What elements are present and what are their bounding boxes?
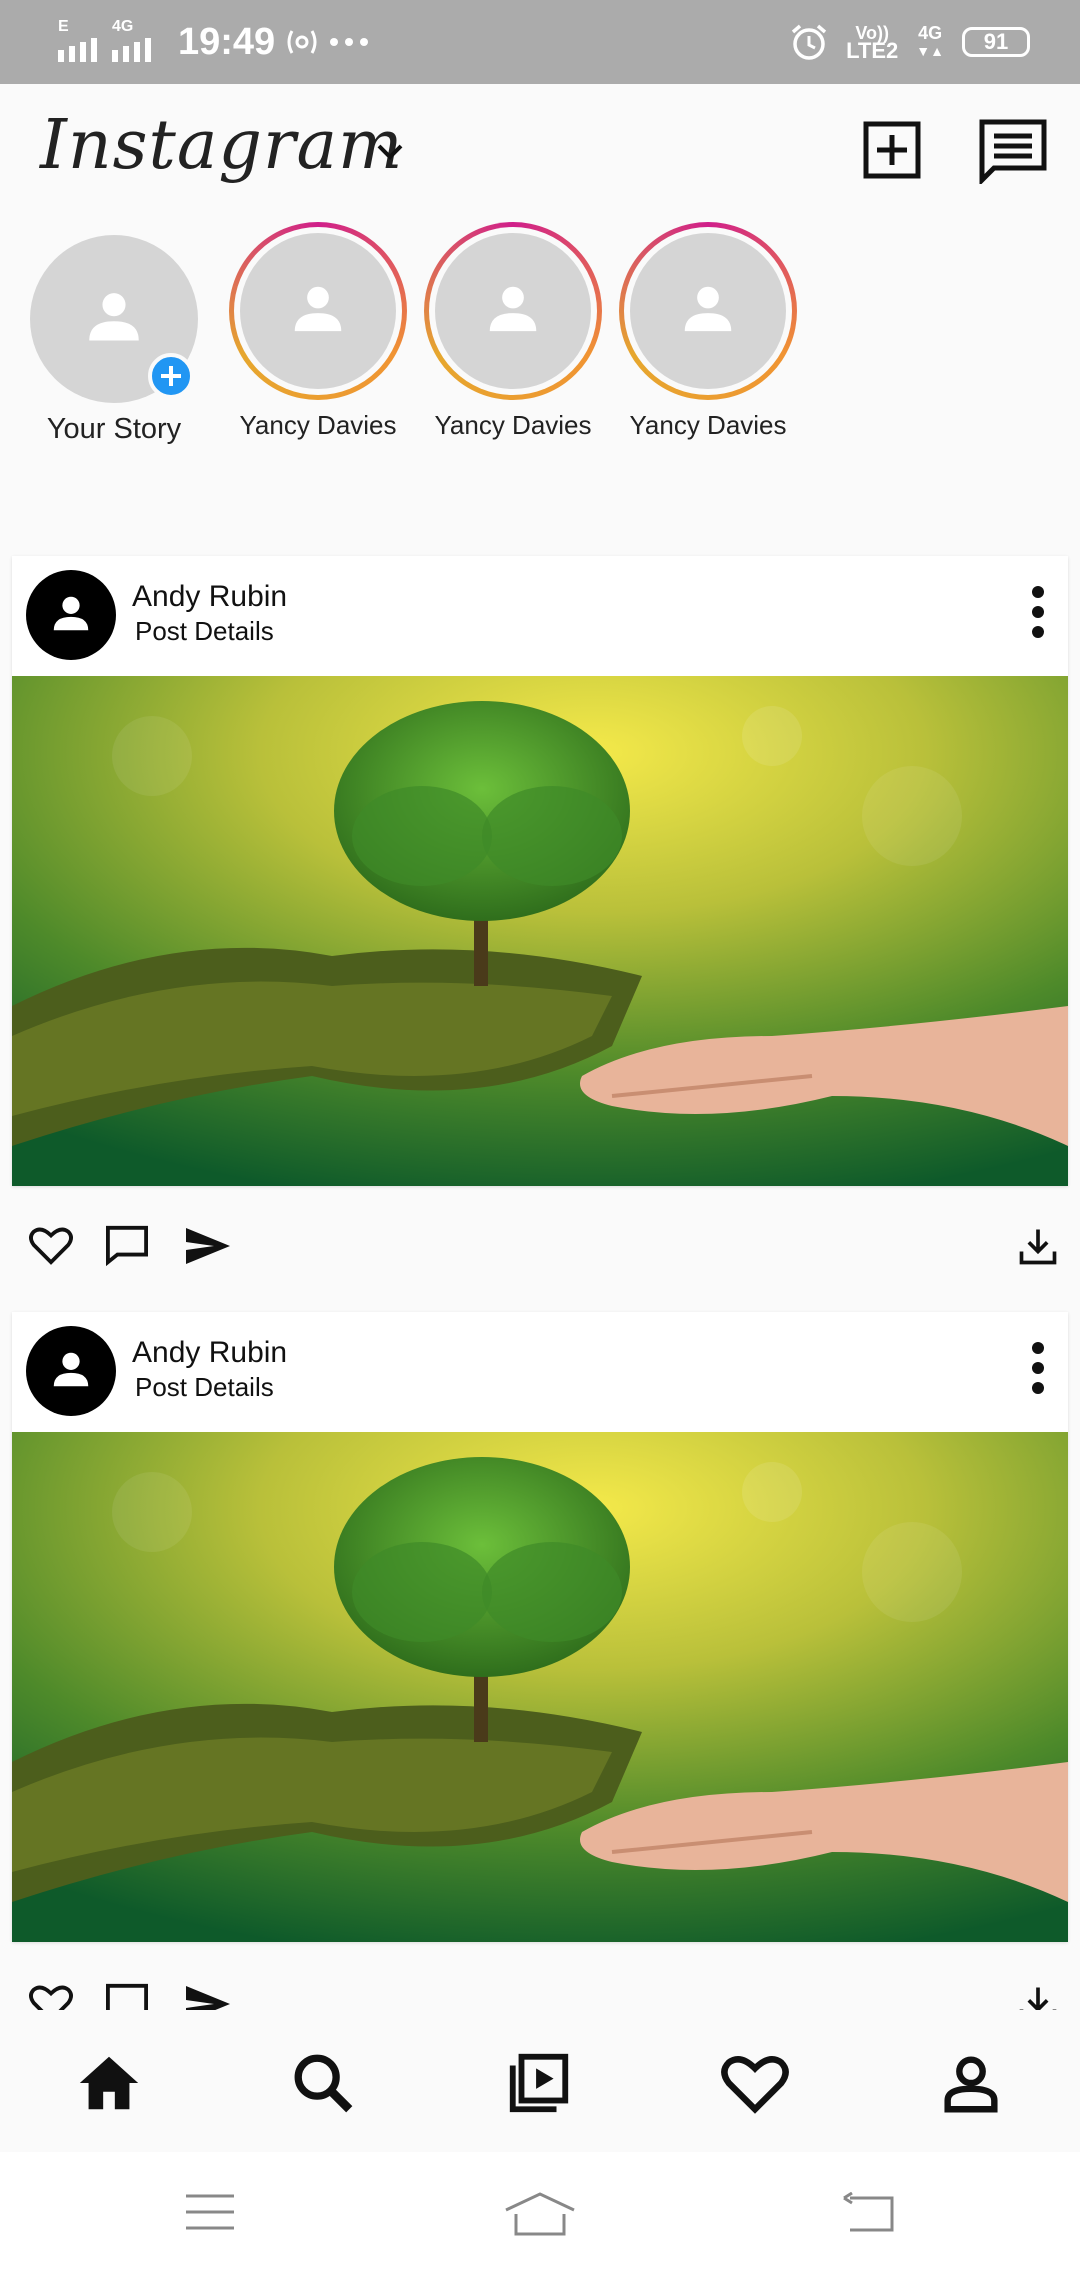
home-outline-icon[interactable]: [504, 2192, 576, 2236]
volte-indicator: Vo)) LTE2: [846, 24, 899, 63]
post-card: Andy Rubin Post Details: [12, 1312, 1068, 1942]
add-post-icon[interactable]: [862, 120, 922, 180]
net-type-3: 4G: [918, 23, 943, 43]
network-4g-indicator: 4G ▼▲: [916, 24, 944, 60]
tree-in-hands-image: [12, 1432, 1068, 1942]
status-left: E 4G 19:49: [58, 0, 369, 84]
direct-message-icon[interactable]: [978, 118, 1048, 184]
data-arrows-icon: ▼▲: [916, 43, 944, 59]
story-your-story[interactable]: Your Story: [24, 230, 204, 446]
post-header: Andy Rubin Post Details: [12, 556, 1068, 676]
post-card: Andy Rubin Post Details: [12, 556, 1068, 1186]
author-avatar[interactable]: [26, 570, 116, 660]
post-header: Andy Rubin Post Details: [12, 1312, 1068, 1432]
back-icon[interactable]: [842, 2192, 894, 2232]
post-author[interactable]: Andy Rubin: [132, 1336, 287, 1370]
activity-heart-icon[interactable]: [720, 2048, 790, 2118]
search-icon[interactable]: [288, 2048, 358, 2118]
net-type-1: E: [58, 18, 69, 35]
system-navigation-bar: [0, 2152, 1080, 2280]
send-icon[interactable]: [184, 1226, 232, 1266]
comment-icon[interactable]: [104, 1224, 150, 1266]
story-ring: [619, 222, 797, 400]
story-item[interactable]: Yancy Davies: [423, 222, 603, 441]
person-icon: [489, 286, 537, 332]
more-options-icon[interactable]: [1028, 584, 1048, 640]
story-avatar: [435, 233, 591, 389]
story-item[interactable]: Yancy Davies: [228, 222, 408, 441]
comment-icon[interactable]: [104, 1982, 150, 2010]
battery-level: 91: [983, 29, 1009, 54]
alarm-icon: [791, 24, 827, 60]
lte-label: LTE2: [846, 38, 899, 63]
more-notifications-icon: [330, 38, 369, 46]
story-label: Yancy Davies: [629, 410, 787, 440]
signal-bars-icon: [58, 38, 97, 62]
post-actions: [0, 1942, 1080, 2010]
download-icon[interactable]: [1016, 1224, 1060, 1268]
person-icon: [684, 286, 732, 332]
post-image[interactable]: [12, 676, 1068, 1186]
story-avatar: [30, 235, 198, 403]
download-icon[interactable]: [1016, 1982, 1060, 2010]
battery-indicator: 91: [962, 27, 1030, 57]
app-header: Instagram: [0, 84, 1080, 214]
story-item[interactable]: Yancy Davies: [618, 222, 798, 441]
hotspot-icon: [287, 30, 317, 54]
send-icon[interactable]: [184, 1984, 232, 2010]
signal-1: E: [58, 18, 102, 62]
clock: 19:49: [178, 20, 276, 63]
post-author[interactable]: Andy Rubin: [132, 580, 287, 614]
home-icon[interactable]: [74, 2048, 144, 2118]
menu-icon[interactable]: [184, 2192, 236, 2232]
status-bar: E 4G 19:49 Vo)) LTE2 4G ▼▲ 91: [0, 0, 1080, 84]
status-right: Vo)) LTE2 4G ▼▲ 91: [790, 0, 1030, 84]
story-label: Yancy Davies: [434, 410, 592, 440]
bottom-navigation: [0, 2010, 1080, 2152]
story-ring: [229, 222, 407, 400]
net-type-2: 4G: [112, 18, 134, 35]
tree-in-hands-image: [12, 676, 1068, 1186]
instagram-logo: Instagram: [40, 106, 404, 185]
signal-bars-icon: [112, 38, 151, 62]
heart-icon[interactable]: [28, 1982, 74, 2010]
add-story-icon[interactable]: [148, 353, 194, 399]
story-ring: [424, 222, 602, 400]
reels-icon[interactable]: [504, 2048, 574, 2118]
post-image[interactable]: [12, 1432, 1068, 1942]
post-subtitle: Post Details: [135, 616, 274, 646]
heart-icon[interactable]: [28, 1224, 74, 1266]
story-label: Yancy Davies: [239, 410, 397, 440]
person-icon: [53, 596, 89, 631]
chevron-down-icon[interactable]: [372, 134, 408, 170]
more-options-icon[interactable]: [1028, 1340, 1048, 1396]
person-icon: [89, 293, 139, 341]
signal-2: 4G: [112, 18, 160, 62]
profile-icon[interactable]: [936, 2048, 1006, 2118]
story-avatar: [240, 233, 396, 389]
person-icon: [294, 286, 342, 332]
story-label: Your Story: [46, 413, 182, 445]
post-subtitle: Post Details: [135, 1372, 274, 1402]
stories-row: Your Story Yancy Davies Yancy Davies Yan…: [0, 214, 1080, 464]
person-icon: [53, 1352, 89, 1387]
story-avatar: [630, 233, 786, 389]
author-avatar[interactable]: [26, 1326, 116, 1416]
post-actions: [0, 1196, 1080, 1306]
